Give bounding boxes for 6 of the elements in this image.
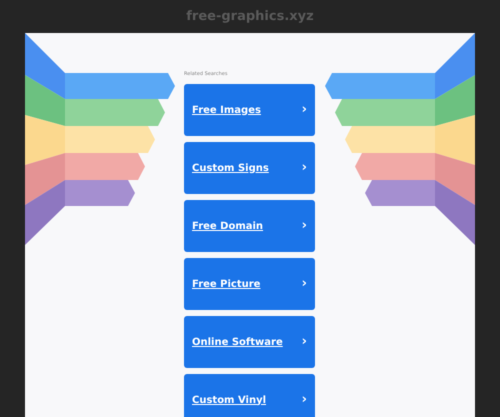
search-link[interactable]: Online Software › — [184, 316, 315, 368]
search-link[interactable]: Custom Signs › — [184, 142, 315, 194]
search-link[interactable]: Custom Vinyl › — [184, 374, 315, 417]
search-link[interactable]: Free Picture › — [184, 258, 315, 310]
search-link[interactable]: Free Images › — [184, 84, 315, 136]
search-link[interactable]: Free Domain › — [184, 200, 315, 252]
